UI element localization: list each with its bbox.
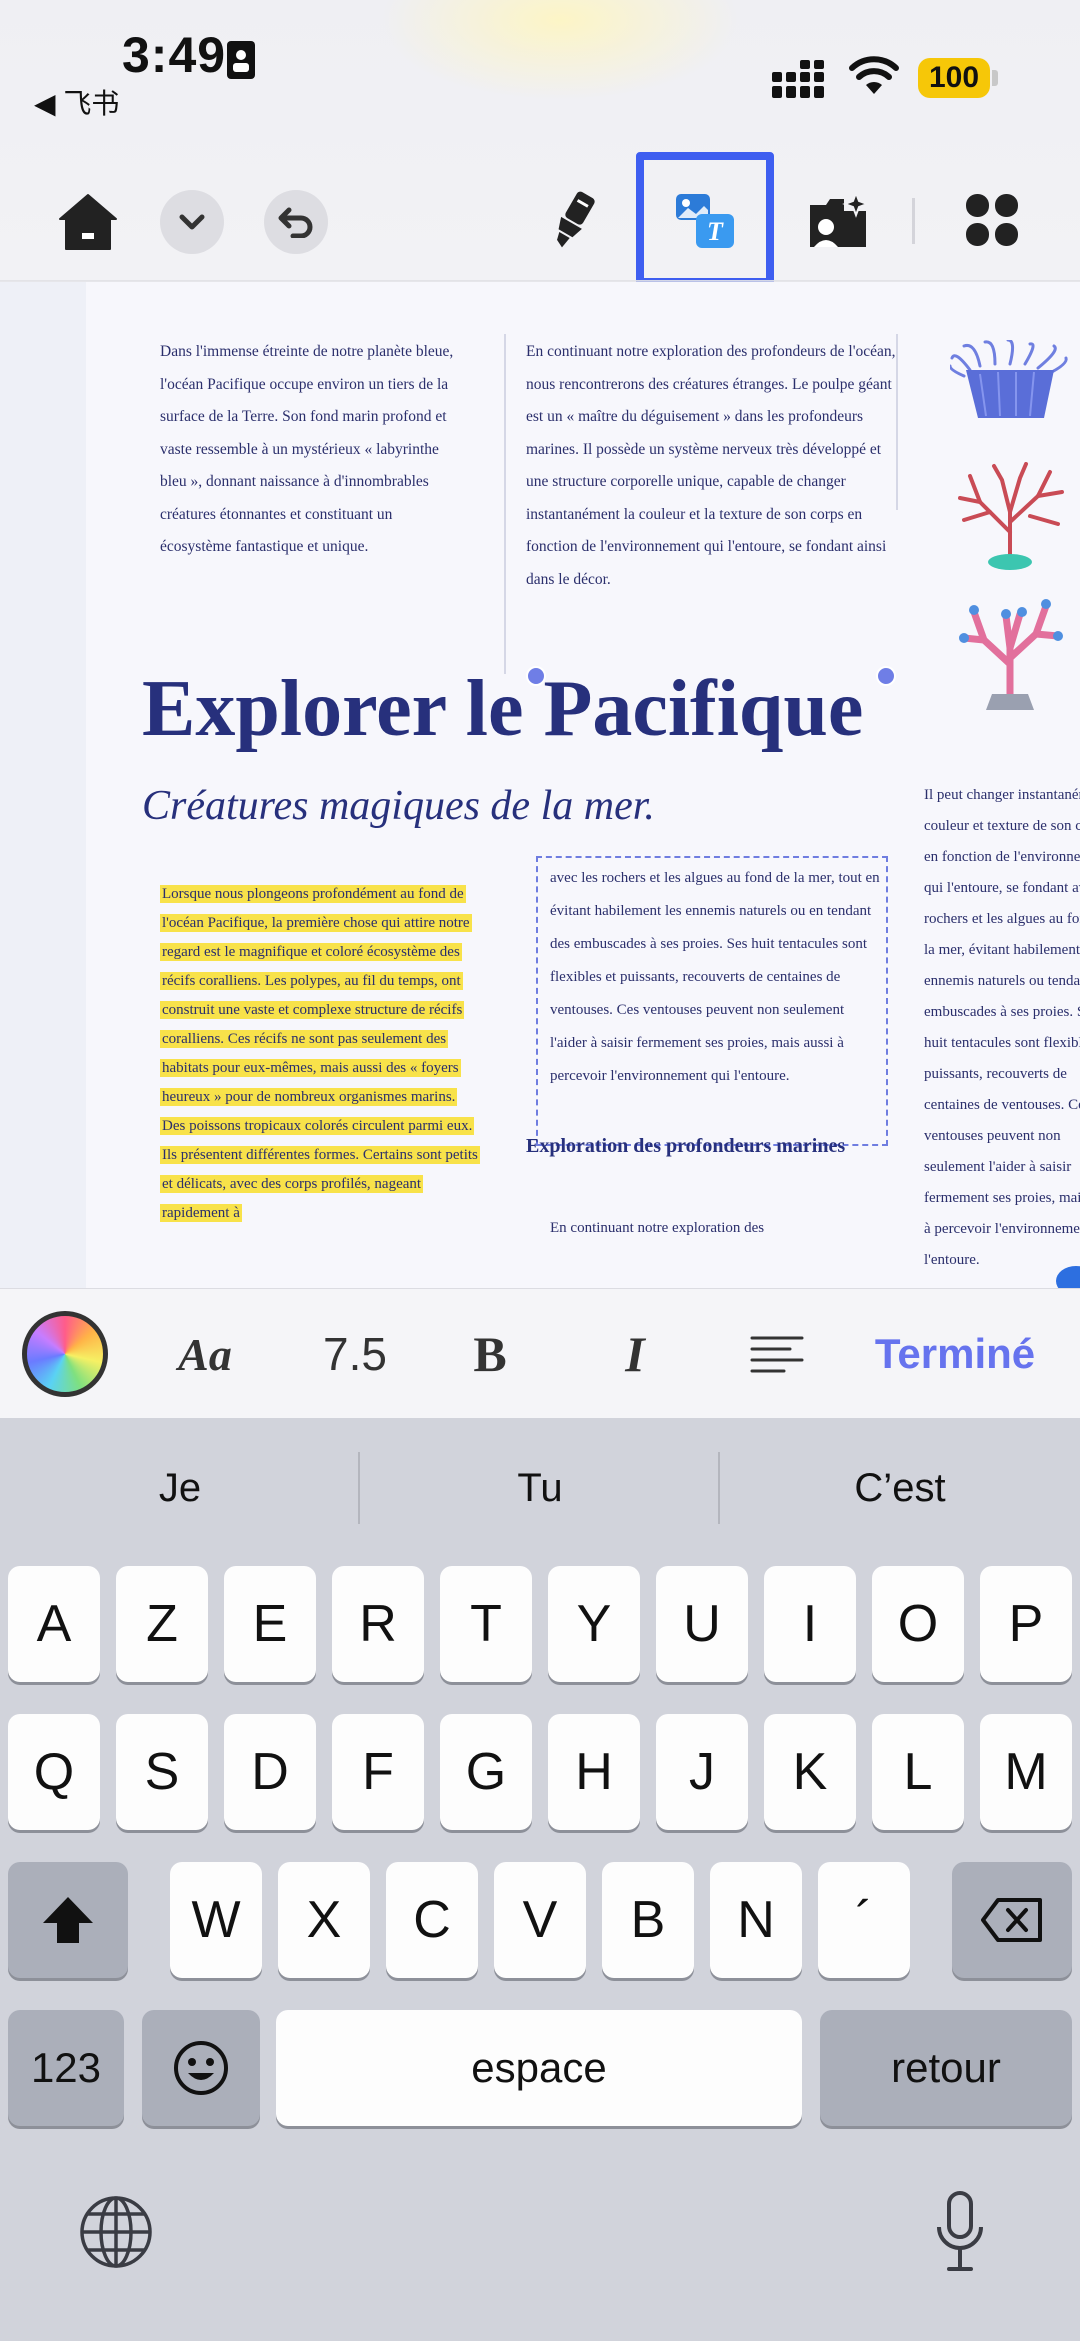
column-divider bbox=[504, 334, 506, 674]
paragraph-col2[interactable]: En continuant notre exploration des prof… bbox=[526, 336, 896, 596]
key-i[interactable]: I bbox=[764, 1566, 856, 1682]
key-u[interactable]: U bbox=[656, 1566, 748, 1682]
highlighted-paragraph[interactable]: Lorsque nous plongeons profondément au f… bbox=[160, 880, 480, 1228]
key-x[interactable]: X bbox=[278, 1862, 370, 1978]
color-wheel-icon bbox=[22, 1311, 108, 1397]
shift-icon bbox=[43, 1897, 93, 1943]
highlighter-button[interactable] bbox=[540, 186, 604, 258]
suggestion-1[interactable]: Je bbox=[0, 1418, 360, 1558]
return-key[interactable]: retour bbox=[820, 2010, 1072, 2126]
key-accent[interactable]: ´ bbox=[818, 1862, 910, 1978]
key-p[interactable]: P bbox=[980, 1566, 1072, 1682]
key-l[interactable]: L bbox=[872, 1714, 964, 1830]
paragraph-col1[interactable]: Dans l'immense étreinte de notre planète… bbox=[160, 336, 460, 564]
backspace-icon bbox=[981, 1898, 1042, 1942]
key-d[interactable]: D bbox=[224, 1714, 316, 1830]
font-size-value[interactable]: 7.5 bbox=[300, 1289, 410, 1419]
globe-icon bbox=[80, 2196, 152, 2268]
undo-button[interactable] bbox=[264, 190, 328, 254]
align-left-icon bbox=[750, 1336, 804, 1373]
italic-button[interactable]: I bbox=[600, 1289, 670, 1419]
color-picker-button[interactable] bbox=[20, 1289, 110, 1419]
key-m[interactable]: M bbox=[980, 1714, 1072, 1830]
key-y[interactable]: Y bbox=[548, 1566, 640, 1682]
key-a[interactable]: A bbox=[8, 1566, 100, 1682]
ai-image-icon bbox=[810, 191, 870, 247]
key-n[interactable]: N bbox=[710, 1862, 802, 1978]
microphone-icon bbox=[937, 2191, 983, 2271]
document-canvas[interactable]: Dans l'immense étreinte de notre planète… bbox=[0, 282, 1080, 1288]
space-key[interactable]: espace bbox=[276, 2010, 802, 2126]
wifi-icon bbox=[849, 56, 899, 94]
page-subtitle[interactable]: Créatures magiques de la mer. bbox=[142, 782, 655, 830]
key-s[interactable]: S bbox=[116, 1714, 208, 1830]
globe-button[interactable] bbox=[76, 2192, 156, 2272]
highlighter-icon bbox=[557, 191, 595, 248]
bold-button[interactable]: B bbox=[455, 1289, 525, 1419]
suggestion-3[interactable]: C’est bbox=[720, 1418, 1080, 1558]
shift-key[interactable] bbox=[8, 1862, 128, 1978]
chevron-down-button[interactable] bbox=[160, 190, 224, 254]
emoji-key[interactable] bbox=[142, 2010, 260, 2126]
page-title[interactable]: Explorer le Pacifique bbox=[142, 664, 863, 755]
emoji-icon bbox=[174, 2041, 228, 2095]
id-card-icon bbox=[227, 41, 255, 79]
chevron-down-icon bbox=[179, 214, 205, 230]
status-time: 3:49 bbox=[122, 27, 227, 83]
key-j[interactable]: J bbox=[656, 1714, 748, 1830]
sea-anemone-image[interactable] bbox=[950, 340, 1070, 420]
key-e[interactable]: E bbox=[224, 1566, 316, 1682]
home-button[interactable] bbox=[56, 190, 120, 254]
background-glow bbox=[380, 0, 740, 100]
done-button[interactable]: Terminé bbox=[860, 1289, 1050, 1419]
suggestion-2[interactable]: Tu bbox=[360, 1418, 720, 1558]
key-f[interactable]: F bbox=[332, 1714, 424, 1830]
red-coral-image[interactable] bbox=[950, 462, 1070, 572]
grid-menu-button[interactable] bbox=[962, 190, 1022, 250]
paragraph-bottom[interactable]: En continuant notre exploration des bbox=[550, 1212, 870, 1245]
key-t[interactable]: T bbox=[440, 1566, 532, 1682]
battery-cap bbox=[992, 70, 998, 86]
key-z[interactable]: Z bbox=[116, 1566, 208, 1682]
key-k[interactable]: K bbox=[764, 1714, 856, 1830]
font-button[interactable]: Aa bbox=[160, 1289, 250, 1419]
translate-button[interactable]: T bbox=[670, 186, 740, 256]
section-heading[interactable]: Exploration des profondeurs marines bbox=[526, 1132, 866, 1160]
delete-key[interactable] bbox=[952, 1862, 1072, 1978]
highlight-span: Lorsque nous plongeons profondément au f… bbox=[160, 885, 480, 1222]
selection-handle-right[interactable] bbox=[876, 666, 896, 686]
toolbar-separator bbox=[912, 198, 915, 244]
editing-paragraph[interactable]: avec les rochers et les algues au fond d… bbox=[550, 862, 880, 1093]
ai-image-button[interactable] bbox=[802, 186, 874, 256]
pink-coral-image[interactable] bbox=[950, 594, 1070, 714]
battery-indicator: 100 bbox=[918, 58, 990, 98]
column-divider bbox=[896, 334, 898, 510]
key-v[interactable]: V bbox=[494, 1862, 586, 1978]
key-h[interactable]: H bbox=[548, 1714, 640, 1830]
grid-icon bbox=[966, 194, 1018, 246]
svg-text:T: T bbox=[707, 217, 724, 246]
translate-icon: T bbox=[676, 194, 734, 248]
key-c[interactable]: C bbox=[386, 1862, 478, 1978]
text-format-bar: Aa 7.5 B I Terminé bbox=[0, 1288, 1080, 1418]
align-button[interactable] bbox=[740, 1289, 814, 1419]
key-w[interactable]: W bbox=[170, 1862, 262, 1978]
key-o[interactable]: O bbox=[872, 1566, 964, 1682]
back-to-app-link[interactable]: ◀ 飞书 bbox=[34, 82, 119, 122]
key-g[interactable]: G bbox=[440, 1714, 532, 1830]
numbers-key[interactable]: 123 bbox=[8, 2010, 124, 2126]
undo-icon bbox=[278, 207, 313, 238]
key-b[interactable]: B bbox=[602, 1862, 694, 1978]
cellular-signal-icon bbox=[772, 60, 824, 98]
selection-handle-left[interactable] bbox=[526, 666, 546, 686]
home-icon bbox=[59, 194, 117, 250]
paragraph-right[interactable]: Il peut changer instantanément la couleu… bbox=[924, 780, 1080, 1276]
key-r[interactable]: R bbox=[332, 1566, 424, 1682]
key-q[interactable]: Q bbox=[8, 1714, 100, 1830]
dictation-button[interactable] bbox=[930, 2186, 990, 2276]
